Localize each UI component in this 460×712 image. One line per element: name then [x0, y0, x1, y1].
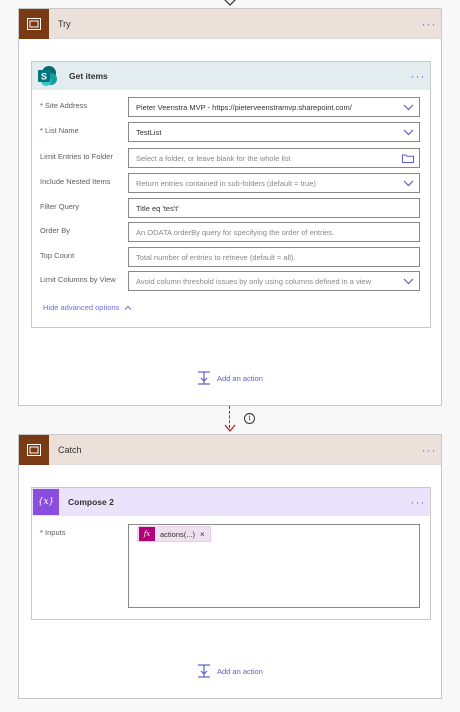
- limit-columns-by-view-label: Limit Columns by View: [40, 275, 116, 284]
- site-address-field[interactable]: Pieter Veenstra MVP - https://pieterveen…: [128, 97, 420, 117]
- inputs-row: * Inputs fx actions(...) ×: [32, 524, 432, 608]
- order-by-placeholder: An ODATA orderBy query for specifying th…: [136, 227, 335, 237]
- top-count-label: Top Count: [40, 251, 75, 260]
- inputs-field[interactable]: fx actions(...) ×: [128, 524, 420, 608]
- incoming-arrow-icon: [224, 0, 236, 6]
- filter-query-label: Filter Query: [40, 202, 80, 211]
- connector-arrow-icon: [224, 424, 236, 433]
- expression-token[interactable]: fx actions(...) ×: [137, 526, 211, 542]
- get-items-action: S Get items ··· * Site Address Pieter Vee…: [31, 61, 431, 328]
- top-count-row: Top Count Total number of entries to retr…: [32, 247, 432, 267]
- try-add-action-label: Add an action: [217, 373, 263, 383]
- chevron-down-icon[interactable]: [397, 174, 419, 192]
- order-by-label: Order By: [40, 226, 71, 235]
- try-scope-title: Try: [58, 18, 71, 29]
- try-scope-more-icon[interactable]: ···: [417, 18, 441, 30]
- filter-query-field[interactable]: Title eq 'tes't': [128, 198, 420, 218]
- list-name-value: TestList: [136, 127, 162, 137]
- catch-add-action-label: Add an action: [217, 666, 263, 676]
- site-address-row: * Site Address Pieter Veenstra MVP - http…: [32, 97, 432, 117]
- compose-2-title: Compose 2: [68, 497, 114, 507]
- top-count-field[interactable]: Total number of entries to retrieve (def…: [128, 247, 420, 267]
- order-by-field[interactable]: An ODATA orderBy query for specifying th…: [128, 222, 420, 242]
- list-name-field[interactable]: TestList: [128, 122, 420, 142]
- site-address-label: * Site Address: [40, 101, 88, 110]
- try-scope: Try ··· S Get items ··· * Site Address Pi…: [18, 8, 442, 406]
- limit-columns-by-view-placeholder: Avoid column threshold issues by only us…: [136, 276, 371, 286]
- get-items-header[interactable]: S Get items ···: [32, 62, 430, 90]
- compose-2-action: {𝑥} Compose 2 ··· * Inputs fx actions(..…: [31, 487, 431, 620]
- limit-entries-to-folder-row: Limit Entries to Folder Select a folder, …: [32, 148, 432, 168]
- scope-icon: [19, 8, 49, 39]
- catch-scope-title: Catch: [58, 444, 82, 455]
- chevron-down-icon[interactable]: [397, 123, 419, 141]
- sharepoint-icon: S: [34, 63, 60, 89]
- list-name-label: * List Name: [40, 126, 79, 135]
- list-name-row: * List Name TestList: [32, 122, 432, 142]
- limit-columns-by-view-field[interactable]: Avoid column threshold issues by only us…: [128, 271, 420, 291]
- filter-query-value: Title eq 'tes't': [136, 203, 179, 213]
- try-scope-header[interactable]: Try ···: [19, 8, 441, 39]
- add-action-icon: [198, 664, 210, 678]
- folder-icon[interactable]: [397, 149, 419, 167]
- svg-text:S: S: [41, 72, 47, 82]
- limit-entries-to-folder-label: Limit Entries to Folder: [40, 152, 113, 161]
- catch-add-action-button[interactable]: Add an action: [197, 664, 263, 678]
- hide-advanced-options-label: Hide advanced options: [43, 303, 120, 312]
- limit-columns-by-view-row: Limit Columns by View Avoid column thresh…: [32, 271, 432, 291]
- limit-entries-to-folder-field[interactable]: Select a folder, or leave blank for the …: [128, 148, 420, 168]
- scope-icon: [19, 434, 49, 465]
- token-remove-icon[interactable]: ×: [200, 530, 205, 539]
- fx-icon: fx: [139, 527, 155, 541]
- include-nested-items-row: Include Nested Items Return entries conta…: [32, 173, 432, 193]
- compose-icon: {𝑥}: [33, 489, 59, 515]
- catch-scope-more-icon[interactable]: ···: [417, 444, 441, 456]
- include-nested-items-label: Include Nested Items: [40, 177, 111, 186]
- chevron-up-icon: [124, 305, 132, 310]
- include-nested-items-placeholder: Return entries contained in sub-folders …: [136, 178, 316, 188]
- info-icon[interactable]: i: [244, 413, 255, 424]
- chevron-down-icon[interactable]: [397, 272, 419, 290]
- token-text: actions(...): [160, 529, 196, 539]
- include-nested-items-field[interactable]: Return entries contained in sub-folders …: [128, 173, 420, 193]
- hide-advanced-options-link[interactable]: Hide advanced options: [43, 303, 132, 312]
- compose-2-more-icon[interactable]: ···: [406, 496, 430, 508]
- catch-scope-header[interactable]: Catch ···: [19, 434, 441, 465]
- filter-query-row: Filter Query Title eq 'tes't': [32, 198, 432, 218]
- inputs-label: * Inputs: [40, 528, 66, 537]
- limit-entries-to-folder-placeholder: Select a folder, or leave blank for the …: [136, 153, 291, 163]
- get-items-more-icon[interactable]: ···: [406, 70, 430, 82]
- try-add-action-button[interactable]: Add an action: [197, 371, 263, 385]
- chevron-down-icon[interactable]: [397, 98, 419, 116]
- top-count-placeholder: Total number of entries to retrieve (def…: [136, 252, 296, 262]
- compose-2-header[interactable]: {𝑥} Compose 2 ···: [32, 488, 430, 516]
- site-address-value: Pieter Veenstra MVP - https://pieterveen…: [136, 102, 352, 112]
- order-by-row: Order By An ODATA orderBy query for speci…: [32, 222, 432, 242]
- get-items-title: Get items: [69, 71, 108, 81]
- catch-scope: Catch ··· {𝑥} Compose 2 ··· * Inputs fx …: [18, 434, 442, 699]
- add-action-icon: [198, 371, 210, 385]
